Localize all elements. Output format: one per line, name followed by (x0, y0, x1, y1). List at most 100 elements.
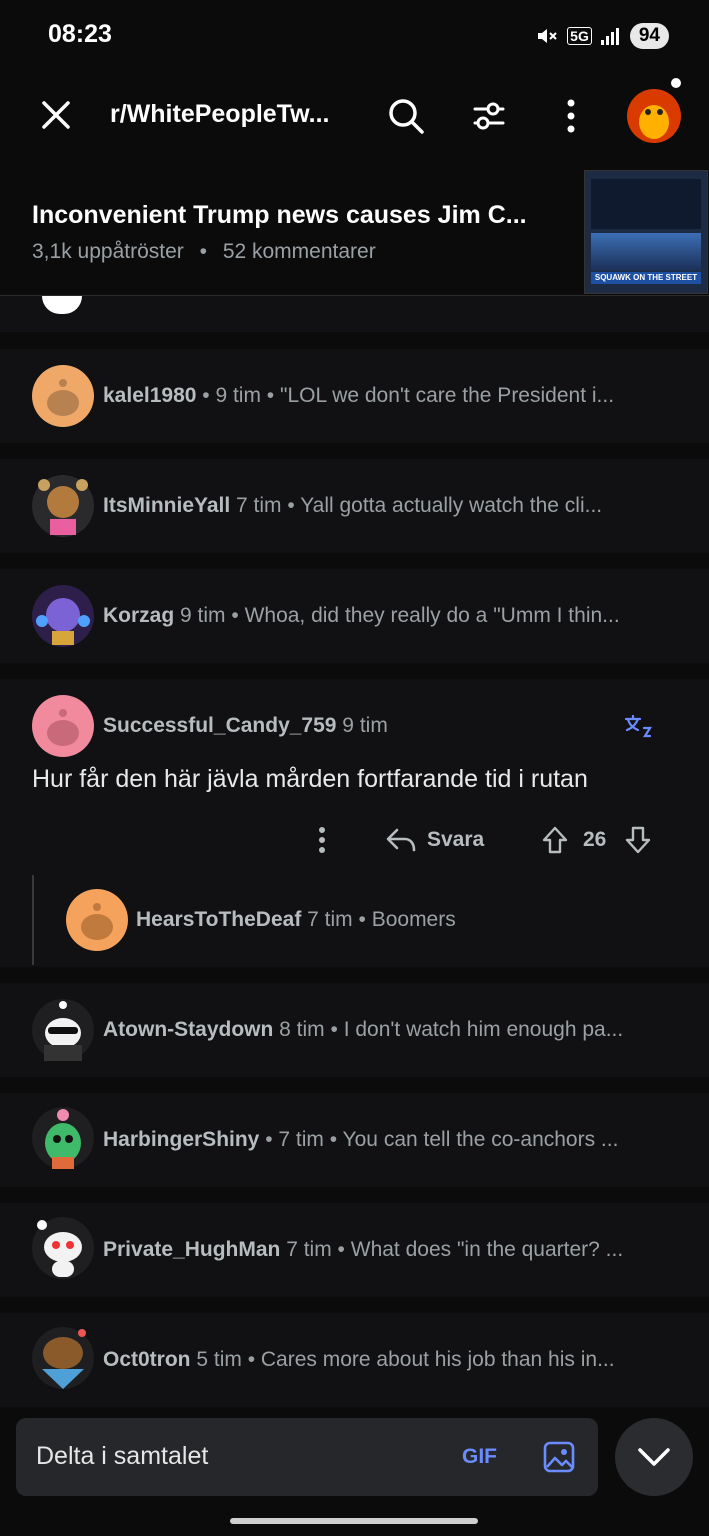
avatar[interactable] (66, 889, 128, 951)
avatar[interactable] (32, 1107, 94, 1169)
character-avatar-icon (38, 479, 88, 535)
comment-summary: Korzag 9 tim • Whoa, did they really do … (103, 604, 683, 628)
comment-summary: Oct0tron 5 tim • Cares more about his jo… (103, 1348, 683, 1372)
comment-preview: Yall gotta actually watch the cli... (300, 494, 603, 517)
reply-summary[interactable]: HearsToTheDeaf 7 tim • Boomers (136, 908, 456, 932)
avatar[interactable] (32, 999, 94, 1061)
comment-preview: Boomers (371, 908, 456, 931)
avatar[interactable] (32, 365, 94, 427)
snoo-avatar-icon (81, 903, 113, 940)
comment-username[interactable]: Oct0tron (103, 1348, 191, 1371)
comment-meta: 7 tim • (301, 908, 372, 931)
character-avatar-icon (45, 1109, 81, 1169)
composer-placeholder[interactable]: Delta i samtalet (36, 1442, 208, 1471)
downvote-arrow-icon (625, 826, 651, 854)
network-label: 5G (567, 27, 592, 45)
thumbnail-text-area (591, 179, 701, 229)
comment-username[interactable]: Private_HughMan (103, 1238, 280, 1261)
comment-username[interactable]: HearsToTheDeaf (136, 908, 301, 931)
close-button[interactable] (38, 97, 74, 133)
comment-username[interactable]: Korzag (103, 604, 174, 627)
chevron-down-icon (638, 1448, 670, 1466)
upvote-count: 3,1k uppåtröster (32, 240, 184, 263)
post-title[interactable]: Inconvenient Trump news causes Jim C... (32, 201, 527, 230)
reply-icon (386, 828, 416, 852)
comment-username[interactable]: Atown-Staydown (103, 1018, 273, 1041)
comment-username[interactable]: ItsMinnieYall (103, 494, 230, 517)
post-meta: 3,1k uppåtröster • 52 kommentarer (32, 240, 376, 264)
comment-summary: HarbingerShiny • 7 tim • You can tell th… (103, 1128, 683, 1152)
comment-row[interactable]: HarbingerShiny • 7 tim • You can tell th… (0, 1093, 709, 1187)
comment-more-button[interactable] (310, 825, 334, 855)
comment-row[interactable]: ItsMinnieYall 7 tim • Yall gotta actuall… (0, 459, 709, 553)
meta-separator: • (199, 240, 207, 263)
more-options-button[interactable] (556, 95, 586, 137)
close-icon (42, 101, 70, 129)
post-header[interactable]: Inconvenient Trump news causes Jim C... … (0, 165, 709, 296)
comment-header: Successful_Candy_759 9 tim (103, 714, 388, 738)
avatar[interactable] (32, 475, 94, 537)
comment-meta: 5 tim • (190, 1348, 261, 1371)
avatar (42, 296, 82, 314)
translate-icon (624, 714, 652, 738)
comment-actions: Svara 26 (0, 819, 709, 859)
character-avatar-icon (36, 598, 90, 645)
snoo-avatar-icon (44, 1001, 82, 1061)
comment-composer[interactable]: Delta i samtalet GIF (16, 1418, 598, 1496)
thumbnail-caption: SQUAWK ON THE STREET (591, 272, 701, 284)
gif-button[interactable]: GIF (462, 1445, 497, 1469)
subreddit-name[interactable]: r/WhitePeopleTw... (110, 100, 329, 129)
comment-username[interactable]: kalel1980 (103, 384, 196, 407)
search-button[interactable] (385, 95, 427, 137)
comment-body: Hur får den här jävla mården fortfarande… (32, 765, 588, 793)
sliders-icon (473, 102, 505, 130)
snoo-avatar-icon (47, 379, 79, 416)
status-icons: 5G 94 (535, 20, 669, 52)
thumbnail-scene (591, 233, 701, 271)
comment-row[interactable]: Atown-Staydown 8 tim • I don't watch him… (0, 983, 709, 1077)
expanded-comment: Successful_Candy_759 9 tim Hur får den h… (0, 679, 709, 967)
comment-meta: • 9 tim • (196, 384, 280, 407)
home-indicator[interactable] (230, 1518, 478, 1524)
reply-button[interactable]: Svara (385, 825, 484, 855)
comment-meta: 8 tim • (273, 1018, 344, 1041)
comment-time: 9 tim (336, 714, 388, 737)
comment-meta: 7 tim • (230, 494, 301, 517)
status-time: 08:23 (48, 20, 112, 48)
snoo-avatar-icon (47, 709, 79, 746)
comment-meta: 9 tim • (174, 604, 245, 627)
mute-icon (538, 29, 557, 43)
comment-row[interactable]: Oct0tron 5 tim • Cares more about his jo… (0, 1313, 709, 1407)
image-button[interactable] (540, 1438, 578, 1476)
scroll-down-button[interactable] (615, 1418, 693, 1496)
avatar[interactable] (32, 695, 94, 757)
comment-username[interactable]: HarbingerShiny (103, 1128, 259, 1151)
comment-meta: • 7 tim • (259, 1128, 343, 1151)
avatar[interactable] (32, 1327, 94, 1389)
snoo-avatar-icon (37, 1220, 82, 1277)
comment-preview: You can tell the co-anchors ... (342, 1128, 619, 1151)
comment-preview: What does "in the quarter? ... (350, 1238, 624, 1261)
more-vertical-icon (567, 99, 575, 133)
avatar[interactable] (32, 1217, 94, 1279)
filter-button[interactable] (468, 95, 510, 137)
post-thumbnail[interactable]: SQUAWK ON THE STREET (584, 170, 708, 294)
comment-preview: "LOL we don't care the President i... (280, 384, 615, 407)
avatar[interactable] (32, 585, 94, 647)
signal-icon (600, 28, 619, 45)
search-icon (389, 99, 424, 134)
comment-row[interactable]: Korzag 9 tim • Whoa, did they really do … (0, 569, 709, 663)
vote-score: 26 (583, 828, 607, 851)
translate-button[interactable] (622, 713, 654, 741)
comment-username[interactable]: Successful_Candy_759 (103, 714, 336, 737)
downvote-button[interactable] (621, 823, 655, 857)
upvote-button[interactable] (538, 823, 572, 857)
comment-summary: Atown-Staydown 8 tim • I don't watch him… (103, 1018, 683, 1042)
comment-preview: I don't watch him enough pa... (343, 1018, 624, 1041)
profile-avatar[interactable] (624, 78, 688, 144)
comment-meta: 7 tim • (280, 1238, 351, 1261)
comment-preview: Whoa, did they really do a "Umm I thin..… (244, 604, 620, 627)
comment-row[interactable]: Private_HughMan 7 tim • What does "in th… (0, 1203, 709, 1297)
comment-row[interactable]: kalel1980 • 9 tim • "LOL we don't care t… (0, 349, 709, 443)
comment-count: 52 kommentarer (222, 240, 376, 263)
